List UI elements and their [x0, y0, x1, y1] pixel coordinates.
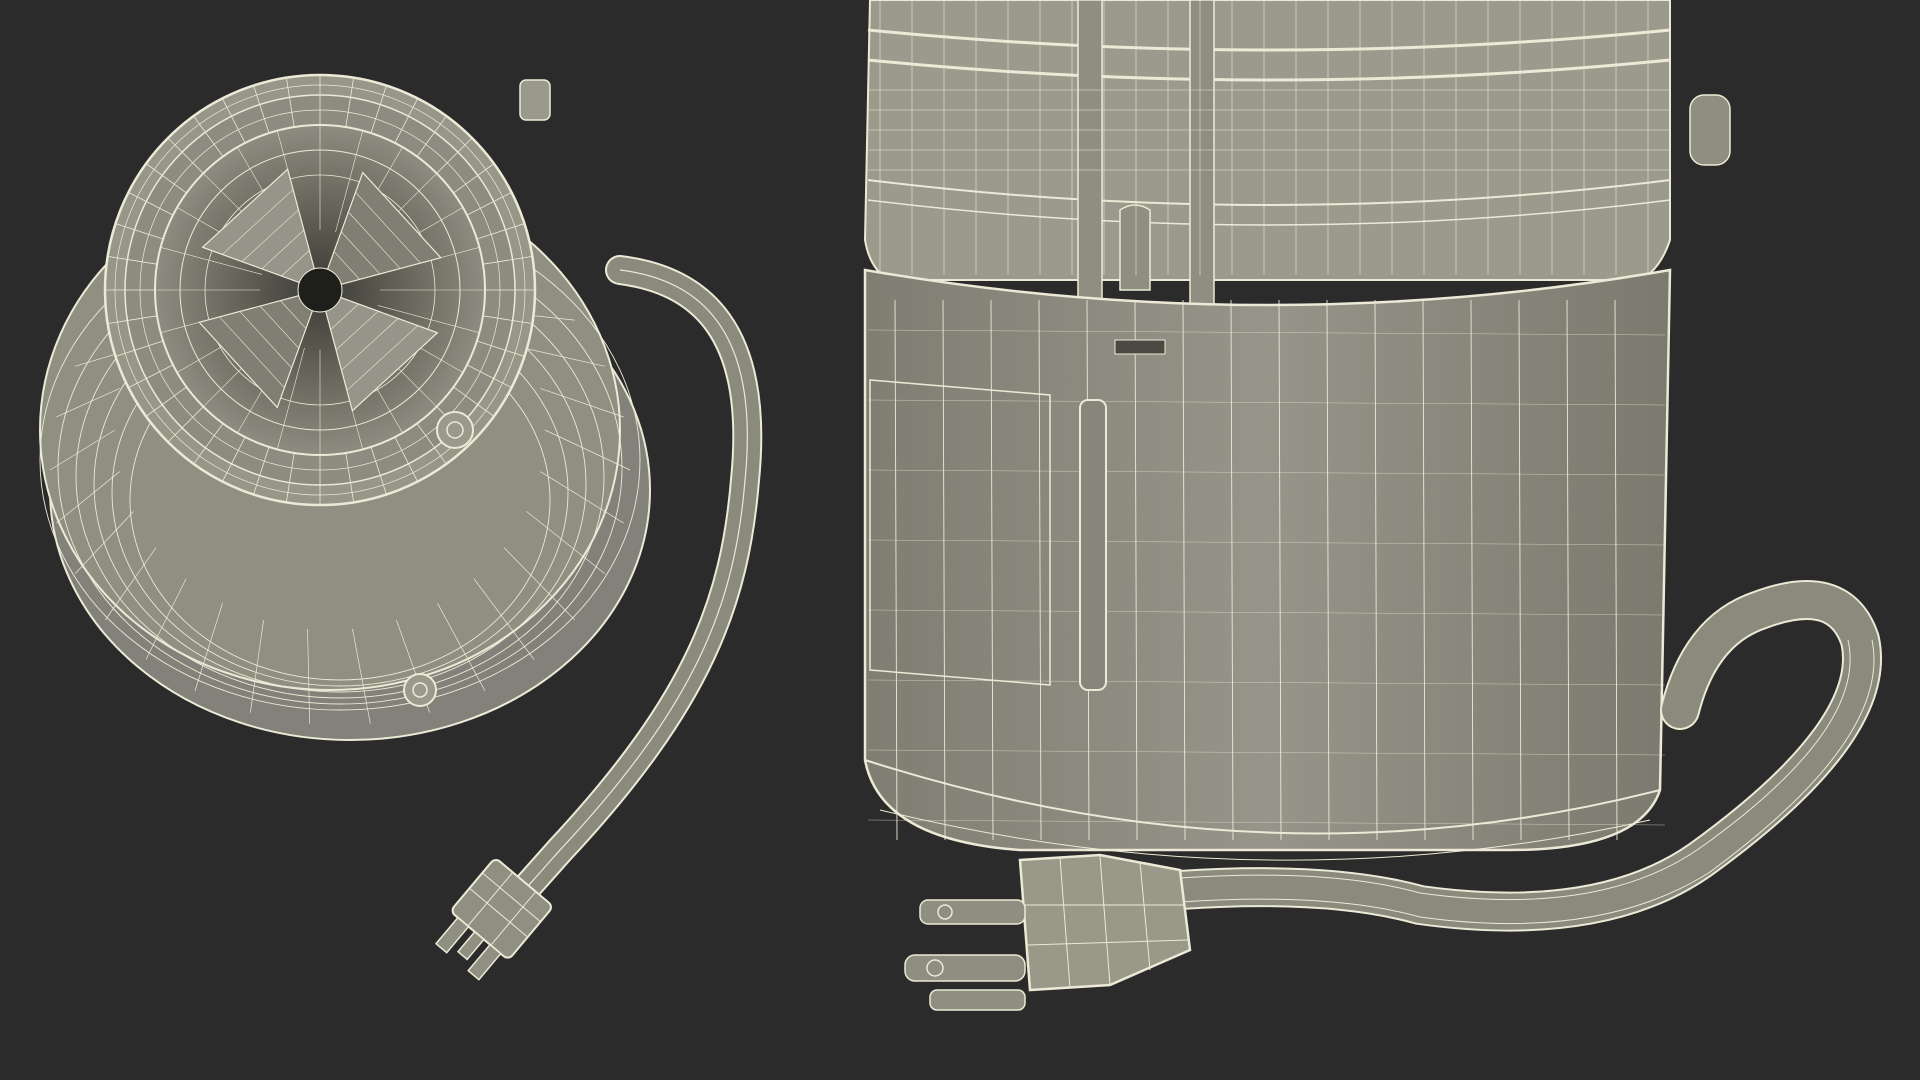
wireframe-render-canvas [39, 0, 1882, 1011]
baffle-hub [297, 267, 343, 313]
disposer-top-view [39, 73, 763, 981]
plug-right [904, 853, 1192, 1011]
disposer-side-view [863, 0, 1882, 1011]
